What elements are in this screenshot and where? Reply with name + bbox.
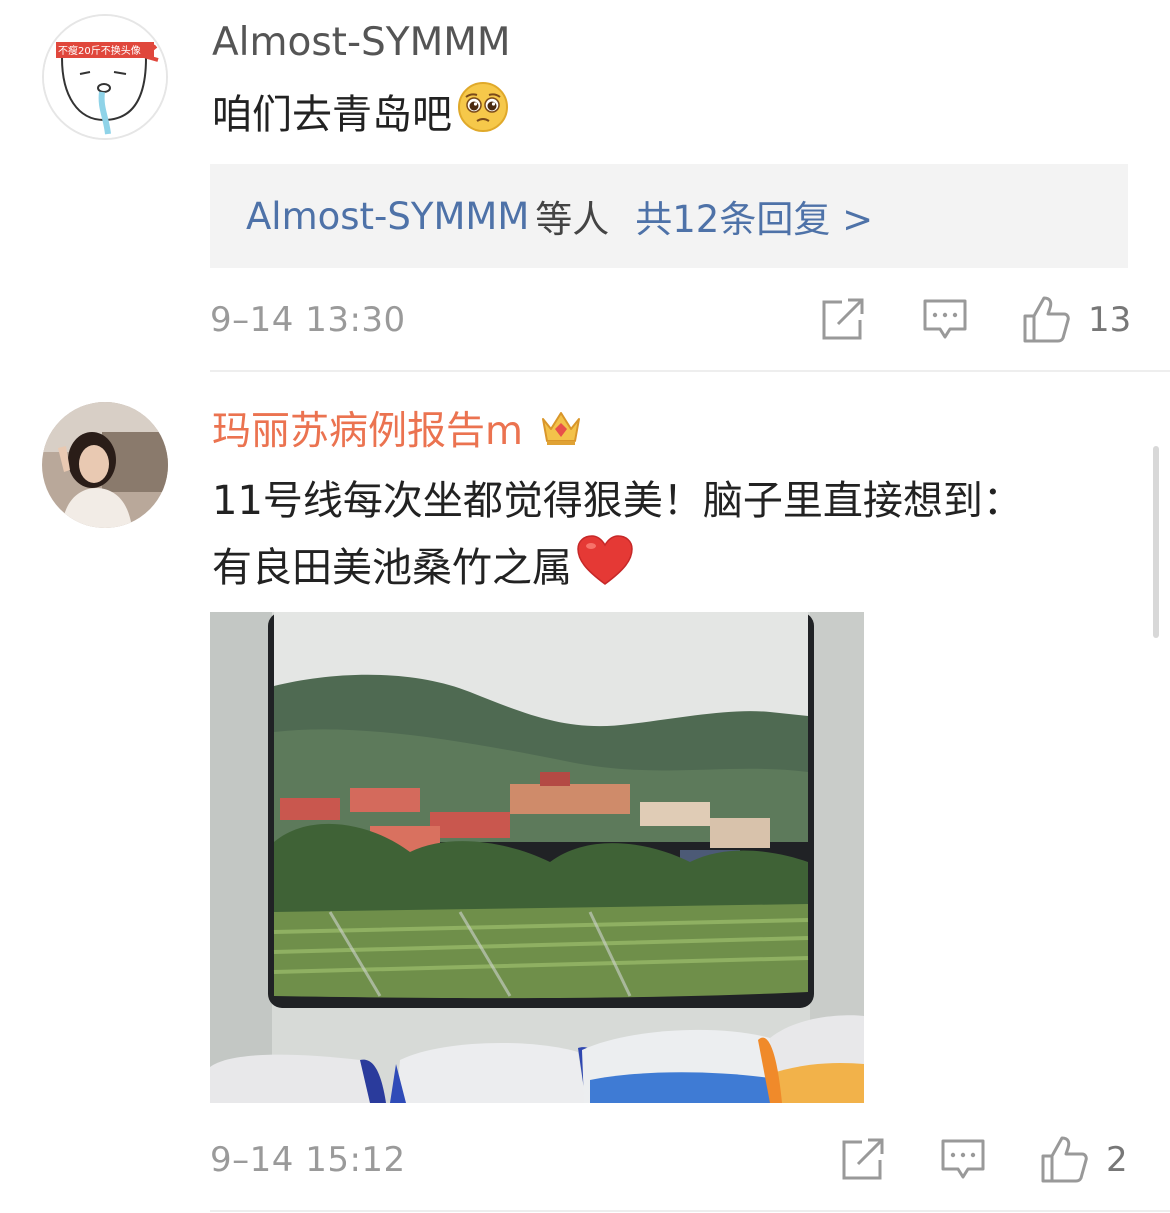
avatar-photo	[42, 402, 168, 528]
username[interactable]: Almost-SYMMM	[212, 18, 511, 68]
divider	[210, 1210, 1170, 1212]
comment-icon[interactable]	[922, 298, 968, 346]
timestamp: 9–14 15:12	[210, 1140, 406, 1180]
comment-text: 11号线每次坐都觉得狠美！脑子里直接想到： 有良田美池桑竹之属	[212, 468, 1023, 606]
avatar[interactable]	[42, 402, 168, 528]
reply-preview-user[interactable]: Almost-SYMMM	[246, 195, 529, 238]
like-count: 2	[1106, 1140, 1128, 1180]
comment-text-line: 11号线每次坐都觉得狠美！脑子里直接想到：	[212, 478, 1023, 524]
reply-count-link[interactable]: 共12条回复 >	[635, 189, 873, 243]
avatar[interactable]: 不瘦20斤不换头像	[42, 14, 168, 140]
crown-badge-icon	[539, 405, 583, 462]
comment-text-content: 有良田美池桑竹之属	[212, 545, 572, 591]
reply-preview-others: 等人	[535, 198, 610, 241]
pleading-face-emoji-icon	[456, 80, 510, 154]
share-icon[interactable]	[840, 1138, 886, 1186]
username[interactable]: 玛丽苏病例报告m	[212, 405, 583, 462]
comment-text: 咱们去青岛吧	[212, 80, 510, 154]
share-icon[interactable]	[820, 298, 866, 346]
comment-text-content: 咱们去青岛吧	[212, 92, 452, 138]
thumbs-up-icon[interactable]	[1022, 294, 1070, 348]
comment-text-line: 有良田美池桑竹之属	[212, 534, 1023, 606]
red-heart-emoji-icon	[576, 534, 634, 606]
comment-icon[interactable]	[940, 1138, 986, 1186]
comment-photo[interactable]	[210, 612, 864, 1103]
like-count: 13	[1088, 300, 1132, 340]
comment-meta: 9–14 13:30	[210, 292, 406, 348]
scrollbar[interactable]	[1153, 446, 1159, 638]
train-window-photo	[210, 612, 864, 1103]
divider	[210, 370, 1170, 372]
comment-meta: 9–14 15:12	[210, 1132, 406, 1188]
username-text: 玛丽苏病例报告m	[212, 409, 523, 454]
timestamp: 9–14 13:30	[210, 300, 406, 340]
reply-preview[interactable]: Almost-SYMMM 等人 共12条回复 >	[210, 164, 1128, 268]
thumbs-up-icon[interactable]	[1040, 1134, 1088, 1188]
avatar-banner-text: 不瘦20斤不换头像	[58, 44, 141, 57]
avatar-drawing: 不瘦20斤不换头像	[44, 16, 166, 138]
